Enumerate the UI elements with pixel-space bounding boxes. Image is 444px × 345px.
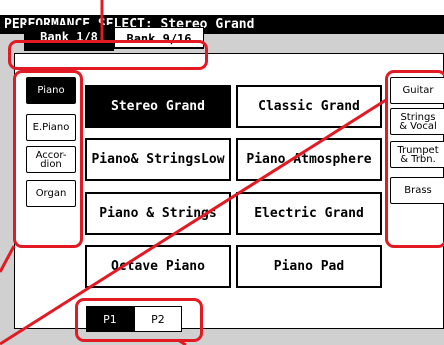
category-guitar[interactable]: Guitar: [390, 77, 444, 104]
page-button-p1[interactable]: P1: [86, 306, 134, 332]
performance-classic-grand[interactable]: Classic Grand: [236, 85, 382, 128]
performance-stereo-grand[interactable]: Stereo Grand: [85, 85, 231, 128]
category-epiano[interactable]: E.Piano: [26, 114, 76, 141]
performance-piano-atmosphere[interactable]: Piano Atmosphere: [236, 138, 382, 181]
performance-piano-strings[interactable]: Piano & Strings: [85, 192, 231, 235]
category-trumpet-trombone[interactable]: Trumpet & Trbn.: [390, 141, 444, 168]
category-strings-vocal[interactable]: Strings & Vocal: [390, 108, 444, 135]
page-button-p2[interactable]: P2: [134, 306, 182, 332]
performance-octave-piano[interactable]: Octave Piano: [85, 245, 231, 288]
category-brass[interactable]: Brass: [390, 177, 444, 204]
category-organ[interactable]: Organ: [26, 180, 76, 207]
category-piano[interactable]: Piano: [26, 77, 76, 104]
performance-piano-pad[interactable]: Piano Pad: [236, 245, 382, 288]
category-accordion[interactable]: Accor- dion: [26, 146, 76, 173]
tab-bank-1-8[interactable]: Bank 1/8: [24, 25, 114, 51]
tab-bank-9-16[interactable]: Bank 9/16: [114, 27, 204, 49]
performance-electric-grand[interactable]: Electric Grand: [236, 192, 382, 235]
performance-piano-strings-low[interactable]: Piano& StringsLow: [85, 138, 231, 181]
